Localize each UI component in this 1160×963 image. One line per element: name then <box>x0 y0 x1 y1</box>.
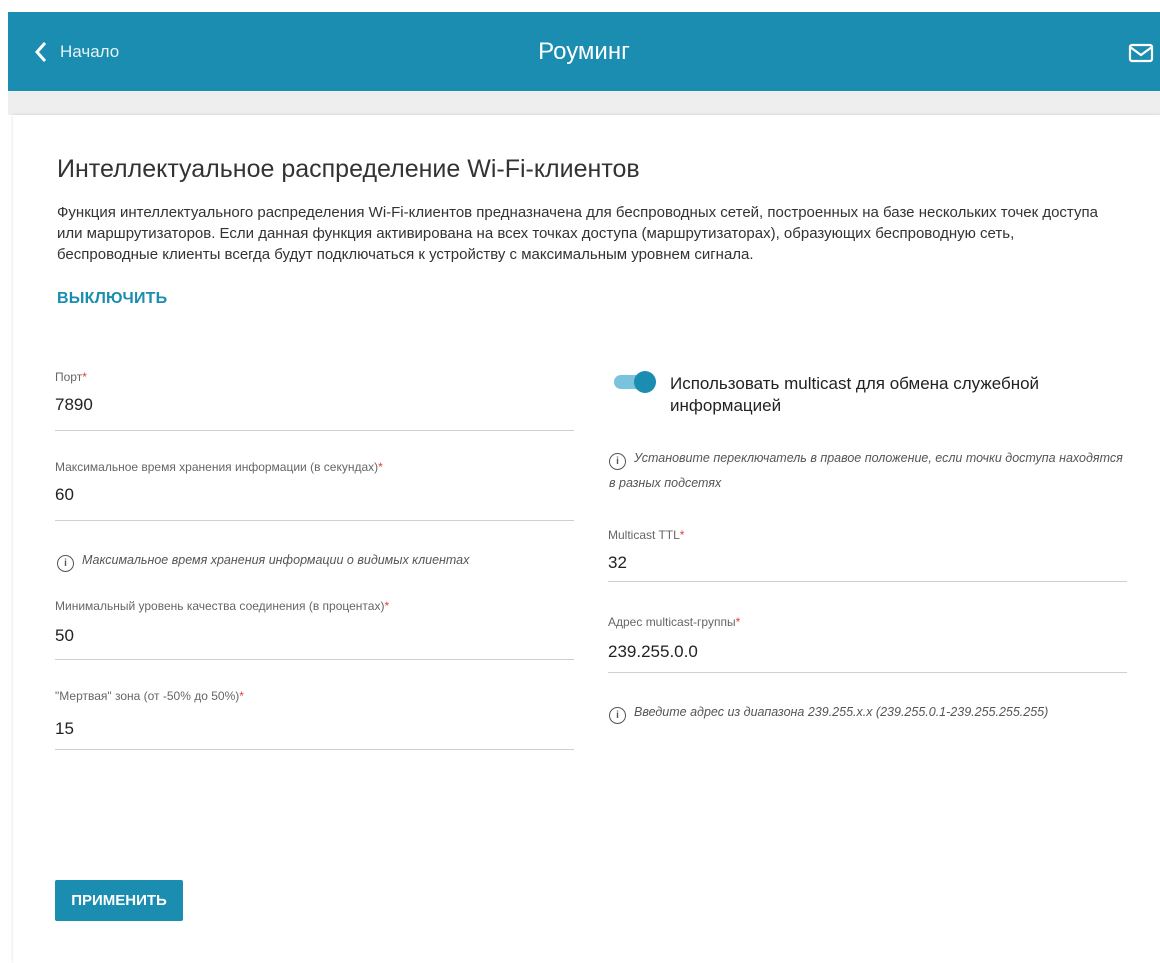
apply-button[interactable]: ПРИМЕНИТЬ <box>55 880 183 921</box>
mail-icon[interactable] <box>1128 42 1154 64</box>
top-strip <box>0 0 1160 12</box>
port-input[interactable] <box>55 395 574 415</box>
group-hint: i Введите адрес из диапазона 239.255.x.x … <box>609 700 1048 725</box>
page-title: Роуминг <box>538 38 630 65</box>
dead-zone-label: "Мертвая" зона (от -50% до 50%)* <box>55 689 244 703</box>
group-field[interactable]: Адрес multicast-группы* <box>608 607 1127 673</box>
ttl-label: Multicast TTL* <box>608 528 685 542</box>
group-input[interactable] <box>608 642 1127 662</box>
dead-zone-input[interactable] <box>55 719 574 739</box>
min-quality-field[interactable]: Минимальный уровень качества соединения … <box>55 595 574 660</box>
group-label: Адрес multicast-группы* <box>608 615 741 629</box>
ttl-field[interactable]: Multicast TTL* <box>608 517 1127 582</box>
info-icon: i <box>609 707 626 724</box>
port-label: Порт* <box>55 370 87 384</box>
switch-hint: i Установите переключатель в правое полож… <box>609 451 1123 490</box>
port-field[interactable]: Порт* <box>55 366 574 431</box>
disable-link[interactable]: ВЫКЛЮЧИТЬ <box>57 290 167 308</box>
max-time-field[interactable]: Максимальное время хранения информации (… <box>55 456 574 521</box>
multicast-toggle-label: Использовать multicast для обмена служеб… <box>670 374 1040 415</box>
info-icon: i <box>57 555 74 572</box>
min-quality-input[interactable] <box>55 626 574 646</box>
toggle-knob <box>634 371 656 393</box>
min-quality-label: Минимальный уровень качества соединения … <box>55 599 390 613</box>
max-time-label: Максимальное время хранения информации (… <box>55 460 383 474</box>
dead-zone-field[interactable]: "Мертвая" зона (от -50% до 50%)* <box>55 685 574 750</box>
max-time-input[interactable] <box>55 485 574 505</box>
gray-band <box>8 91 1160 115</box>
max-time-hint: i Максимальное время хранения информации … <box>57 548 469 573</box>
section-description: Функция интеллектуального распределения … <box>57 204 1098 263</box>
ttl-input[interactable] <box>608 553 1127 573</box>
section-title: Интеллектуальное распределение Wi-Fi-кли… <box>57 155 640 183</box>
top-bar: Начало Роуминг <box>8 12 1160 91</box>
multicast-toggle[interactable] <box>612 371 658 393</box>
info-icon: i <box>609 453 626 470</box>
